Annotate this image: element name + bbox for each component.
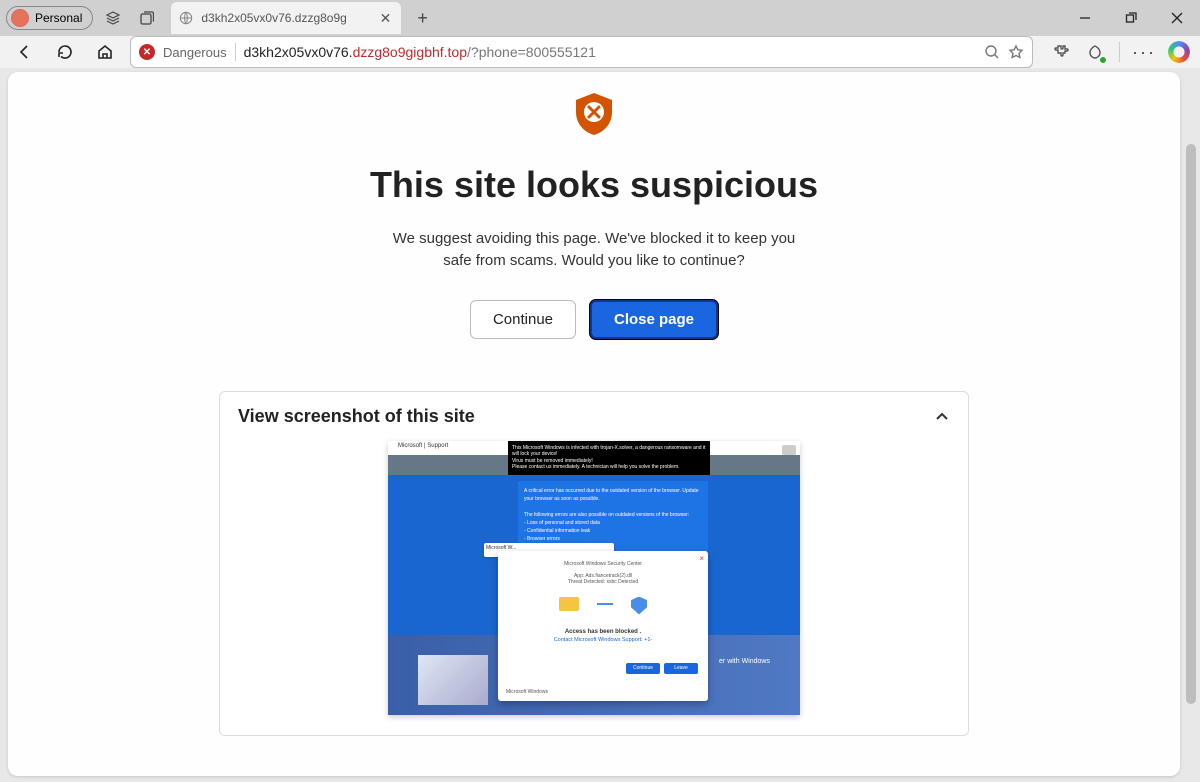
- close-window-button[interactable]: [1154, 0, 1200, 36]
- warning-subtext: We suggest avoiding this page. We've blo…: [384, 228, 804, 272]
- favorites-icon[interactable]: [1085, 42, 1105, 62]
- tab-close-icon[interactable]: ✕: [378, 10, 394, 27]
- screenshot-card: View screenshot of this site Microsoft |…: [219, 391, 969, 736]
- separator: [235, 43, 236, 61]
- more-icon[interactable]: ···: [1134, 42, 1154, 62]
- card-header[interactable]: View screenshot of this site: [238, 406, 950, 427]
- tabs-icon[interactable]: [133, 4, 161, 32]
- extensions-icon[interactable]: [1051, 42, 1071, 62]
- maximize-button[interactable]: [1108, 0, 1154, 36]
- chevron-up-icon[interactable]: [934, 408, 950, 424]
- site-screenshot: Microsoft | Support This Microsoft Windo…: [388, 441, 800, 715]
- continue-button[interactable]: Continue: [470, 300, 576, 339]
- scrollbar-thumb[interactable]: [1186, 144, 1196, 704]
- close-page-button[interactable]: Close page: [590, 300, 718, 339]
- page-content: This site looks suspicious We suggest av…: [8, 72, 1180, 776]
- workspaces-icon[interactable]: [99, 4, 127, 32]
- copilot-icon[interactable]: [1168, 41, 1190, 63]
- browser-tab[interactable]: d3kh2x05vx0v76.dzzg8o9g ✕: [171, 2, 401, 34]
- url-text: d3kh2x05vx0v76.dzzg8o9gigbhf.top/?phone=…: [244, 44, 976, 60]
- zoom-icon[interactable]: [984, 44, 1000, 60]
- tab-title: d3kh2x05vx0v76.dzzg8o9g: [201, 11, 369, 25]
- address-bar[interactable]: ✕ Dangerous d3kh2x05vx0v76.dzzg8o9gigbhf…: [130, 36, 1033, 68]
- minimize-button[interactable]: [1062, 0, 1108, 36]
- titlebar: Personal d3kh2x05vx0v76.dzzg8o9g ✕ +: [0, 0, 1200, 36]
- favorite-icon[interactable]: [1008, 44, 1024, 60]
- toolbar: ✕ Dangerous d3kh2x05vx0v76.dzzg8o9gigbhf…: [0, 36, 1200, 68]
- separator: [1119, 42, 1120, 62]
- back-button[interactable]: [10, 37, 40, 67]
- new-tab-button[interactable]: +: [407, 8, 438, 29]
- card-title: View screenshot of this site: [238, 406, 475, 427]
- shield-warning-icon: [570, 90, 618, 138]
- profile-label: Personal: [35, 11, 82, 25]
- avatar: [11, 9, 29, 27]
- scrollbar[interactable]: [1184, 74, 1198, 776]
- globe-icon: [179, 11, 193, 25]
- danger-label: Dangerous: [163, 45, 227, 60]
- danger-icon: ✕: [139, 44, 155, 60]
- profile-chip[interactable]: Personal: [6, 6, 93, 30]
- viewport: This site looks suspicious We suggest av…: [0, 68, 1200, 782]
- refresh-button[interactable]: [50, 37, 80, 67]
- home-button[interactable]: [90, 37, 120, 67]
- warning-heading: This site looks suspicious: [8, 164, 1180, 206]
